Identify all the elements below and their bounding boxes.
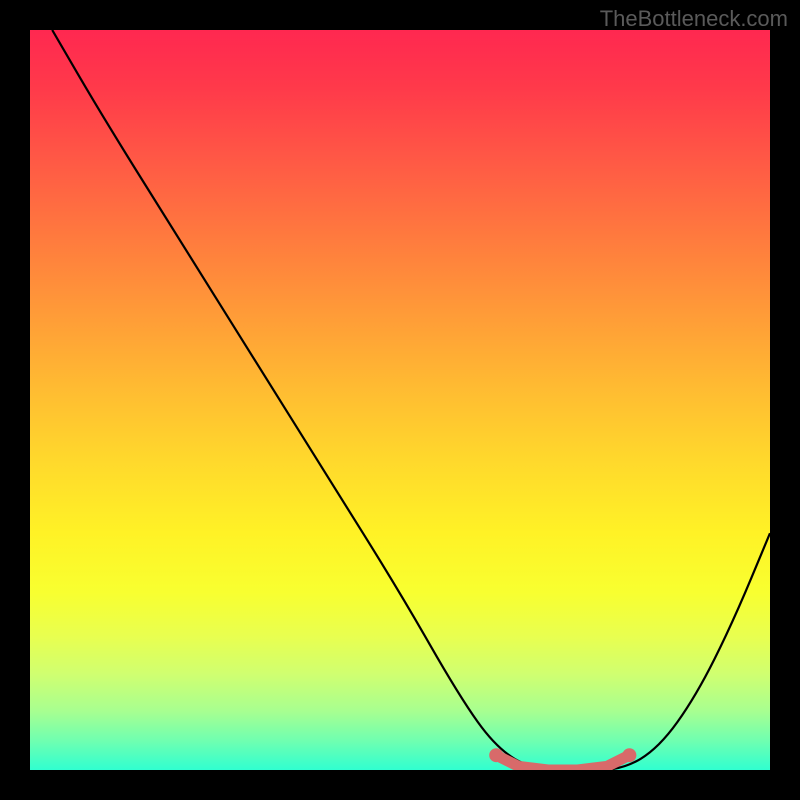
highlight-dot-right	[622, 748, 636, 762]
optimal-range-path	[496, 755, 629, 770]
highlight-dot-left	[489, 748, 503, 762]
plot-area	[30, 30, 770, 770]
bottleneck-curve-path	[52, 30, 770, 770]
chart-svg	[30, 30, 770, 770]
watermark-text: TheBottleneck.com	[600, 6, 788, 32]
